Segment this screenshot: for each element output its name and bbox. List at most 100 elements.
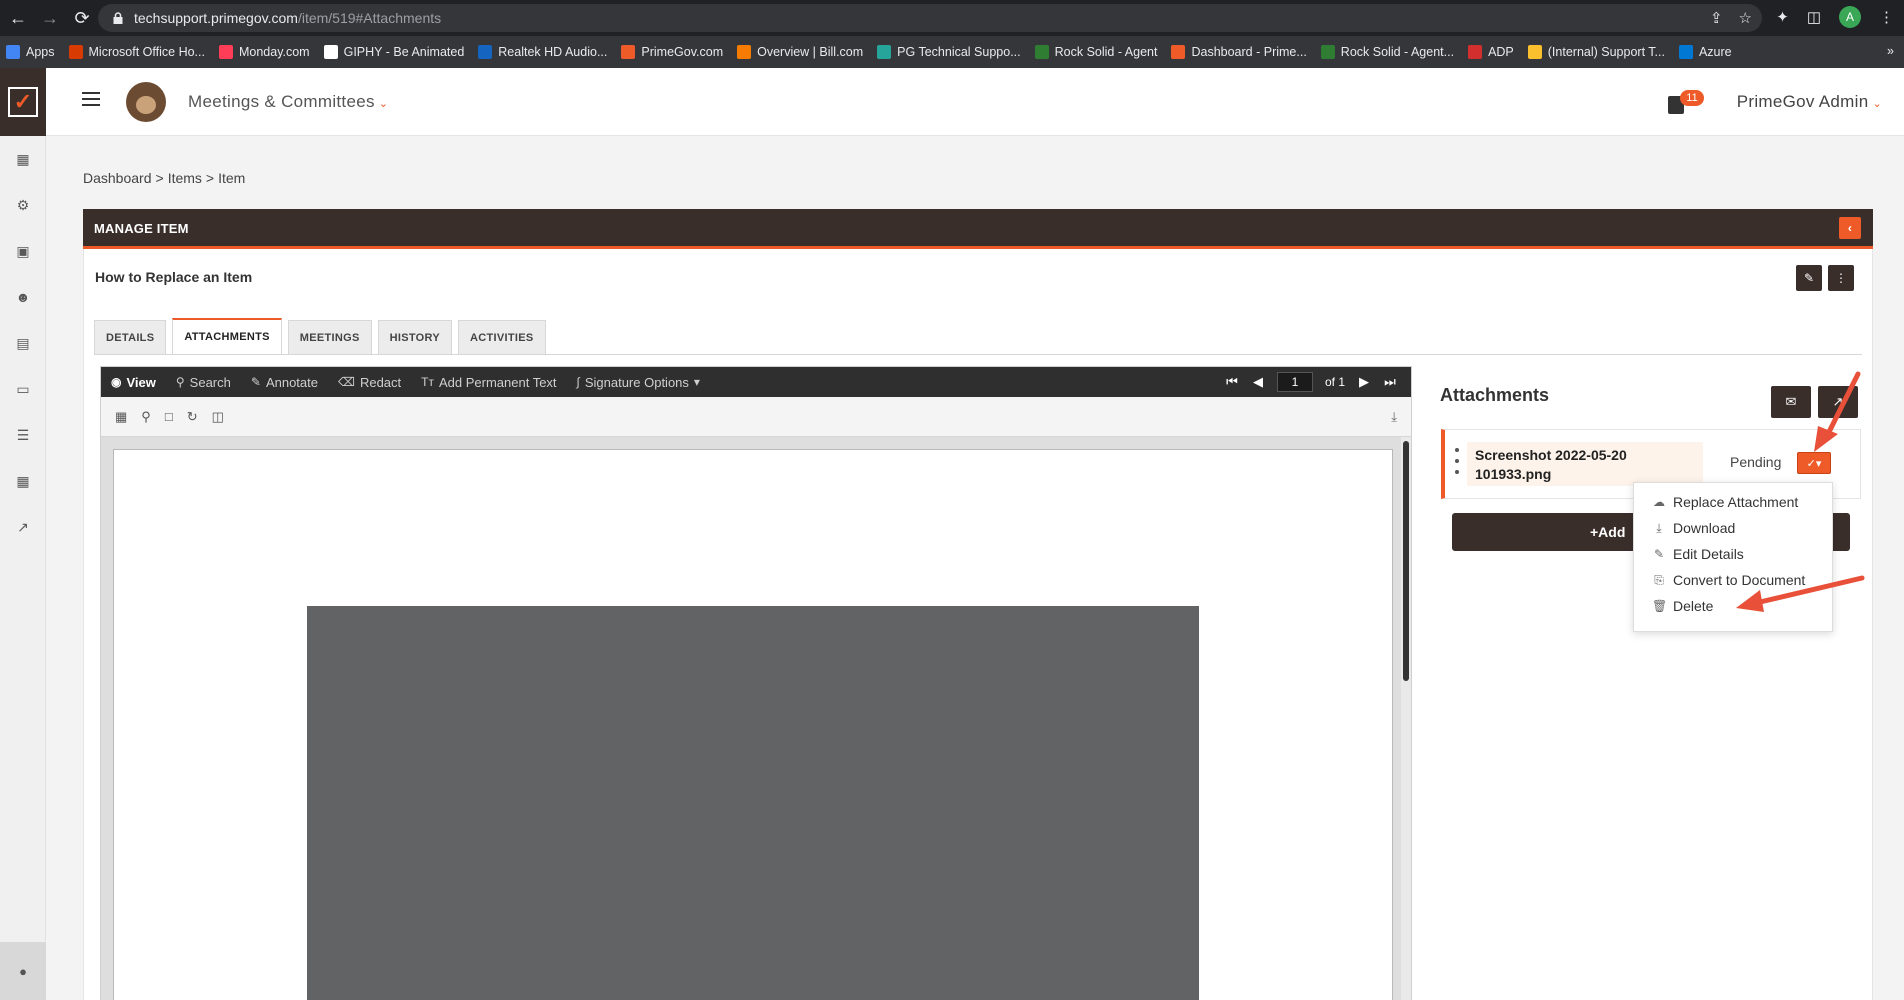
tab-details[interactable]: DETAILS — [94, 320, 167, 354]
first-page-icon[interactable]: ⏮ — [1225, 374, 1239, 389]
redact-tool[interactable]: ⌫ Redact — [328, 367, 411, 397]
menu-edit-details[interactable]: ✎ Edit Details — [1634, 541, 1832, 567]
edit-item-button[interactable]: ✎ — [1796, 265, 1822, 291]
fit-width-icon[interactable]: ◫ — [212, 409, 224, 425]
users-icon[interactable]: ☻ — [0, 274, 46, 320]
bookmark-favicon-icon — [323, 45, 338, 59]
file-icon[interactable]: ▭ — [0, 366, 46, 412]
breadcrumb-separator: > — [205, 170, 215, 186]
attachment-filename[interactable]: Screenshot 2022-05-20 101933.png — [1467, 442, 1703, 486]
signature-options-tool[interactable]: ∫ Signature Options ▾ — [567, 367, 710, 397]
email-attachments-button[interactable]: ✉ — [1771, 386, 1811, 418]
profile-avatar[interactable]: A — [1839, 6, 1861, 28]
annotate-tool[interactable]: ✎ Annotate — [241, 367, 328, 397]
bookmark-label: (Internal) Support T... — [1547, 45, 1665, 59]
tab-activities[interactable]: ACTIVITIES — [457, 320, 546, 354]
bookmark-item[interactable]: PG Technical Suppo... — [877, 45, 1021, 59]
gear-icon[interactable]: ⚙ — [0, 182, 46, 228]
bookmark-item[interactable]: Azure — [1678, 45, 1732, 59]
user-menu[interactable]: PrimeGov Admin ⌄ — [1737, 92, 1882, 112]
chrome-menu-icon[interactable]: ⋮ — [1879, 8, 1894, 26]
menu-download[interactable]: ⤓ Download — [1634, 515, 1832, 541]
menu-delete[interactable]: 🗑 Delete — [1634, 593, 1832, 619]
sidepanel-icon[interactable]: ◫ — [1807, 8, 1821, 26]
redact-label: Redact — [359, 374, 402, 390]
bookmark-item[interactable]: Apps — [6, 45, 55, 59]
attachments-heading: Attachments — [1440, 385, 1550, 405]
back-icon[interactable]: ← — [4, 4, 32, 32]
last-page-icon[interactable]: ⏭ — [1383, 374, 1397, 389]
tab-history[interactable]: HISTORY — [377, 320, 452, 354]
forward-icon[interactable]: → — [36, 4, 64, 32]
module-selector[interactable]: Meetings & Committees ⌄ — [188, 92, 388, 112]
bookmark-item[interactable]: Dashboard - Prime... — [1171, 45, 1307, 59]
reload-icon[interactable]: ⟳ — [68, 4, 96, 32]
notifications-button[interactable]: 11 — [1666, 90, 1704, 116]
breadcrumb-items[interactable]: Items — [168, 170, 202, 186]
view-tool[interactable]: ◉ View — [101, 367, 166, 397]
dashboard-icon[interactable]: ▦ — [0, 136, 46, 182]
more-bookmarks-icon[interactable]: » — [1887, 44, 1894, 58]
chart-icon[interactable]: ↗ — [0, 504, 46, 550]
page-image — [307, 606, 1199, 1000]
viewer-scrollbar[interactable] — [1401, 437, 1411, 1000]
item-content: DETAILS ATTACHMENTS MEETINGS HISTORY ACT… — [83, 309, 1873, 1000]
tab-meetings[interactable]: MEETINGS — [287, 320, 372, 354]
bookmark-item[interactable]: (Internal) Support T... — [1527, 45, 1665, 59]
share-icon[interactable]: ⇪ — [1710, 9, 1723, 27]
chevron-down-icon: ⌄ — [378, 98, 389, 110]
bookmark-label: PrimeGov.com — [641, 45, 724, 59]
user-name: PrimeGov Admin — [1736, 92, 1869, 111]
bookmark-item[interactable]: ADP — [1468, 45, 1514, 59]
clipboard-icon[interactable]: ▣ — [0, 228, 46, 274]
url-host: techsupport.primegov.com — [134, 10, 298, 26]
page-number-input[interactable] — [1276, 372, 1313, 392]
open-external-button[interactable]: ↗ — [1818, 386, 1858, 418]
chevron-left-icon: ‹ — [1847, 221, 1853, 235]
view-label: View — [126, 374, 156, 390]
address-bar[interactable]: techsupport.primegov.com/item/519#Attach… — [98, 4, 1762, 32]
bookmark-item[interactable]: PrimeGov.com — [621, 45, 723, 59]
bookmark-item[interactable]: GIPHY - Be Animated — [323, 45, 464, 59]
item-tabs: DETAILS ATTACHMENTS MEETINGS HISTORY ACT… — [94, 318, 546, 354]
attachment-actions-button[interactable]: ✓▾ — [1797, 452, 1831, 474]
bookmark-favicon-icon — [737, 45, 752, 59]
thumbnails-icon[interactable]: ▦ — [115, 409, 127, 425]
breadcrumb-dashboard[interactable]: Dashboard — [83, 170, 152, 186]
add-permanent-text-tool[interactable]: Tᴛ Add Permanent Text — [411, 367, 566, 397]
primegov-logo[interactable]: ✓ — [0, 68, 46, 136]
zoom-icon[interactable]: ⚲ — [141, 409, 151, 425]
download-icon[interactable]: ⤓ — [1391, 409, 1397, 425]
document-icon[interactable]: ▤ — [0, 320, 46, 366]
more-options-button[interactable]: ⋮ — [1828, 265, 1854, 291]
prev-page-icon[interactable]: ◀ — [1251, 374, 1265, 389]
user-icon[interactable]: ● — [0, 942, 46, 1000]
signature-icon: ∫ — [576, 375, 580, 389]
collapse-panel-button[interactable]: ‹ — [1839, 217, 1861, 239]
bookmark-star-icon[interactable]: ☆ — [1739, 9, 1752, 27]
search-tool[interactable]: ⚲ Search — [166, 367, 241, 397]
menu-convert-to-document[interactable]: ⎘ Convert to Document — [1634, 567, 1832, 593]
menu-replace-attachment[interactable]: ☁ Replace Attachment — [1634, 489, 1832, 515]
extensions-icon[interactable]: ✦ — [1776, 8, 1789, 26]
bookmark-item[interactable]: Rock Solid - Agent... — [1320, 45, 1454, 59]
bookmark-item[interactable]: Monday.com — [218, 45, 310, 59]
calendar-icon[interactable]: ▦ — [0, 458, 46, 504]
app-header: Meetings & Committees ⌄ 11 PrimeGov Admin… — [46, 68, 1904, 136]
drag-handle-icon[interactable] — [1455, 448, 1459, 474]
scrollbar-thumb[interactable] — [1403, 441, 1409, 681]
menu-label: Convert to Document — [1673, 572, 1806, 588]
bookmark-item[interactable]: Microsoft Office Ho... — [68, 45, 205, 59]
next-page-icon[interactable]: ▶ — [1357, 374, 1371, 389]
bookmark-item[interactable]: Realtek HD Audio... — [478, 45, 607, 59]
bookmark-item[interactable]: Rock Solid - Agent — [1034, 45, 1157, 59]
list-icon[interactable]: ☰ — [0, 412, 46, 458]
envelope-icon: ✉ — [1785, 394, 1797, 409]
rotate-icon[interactable]: ↻ — [187, 409, 198, 425]
signature-label: Signature Options — [584, 374, 689, 390]
fit-page-icon[interactable]: □ — [165, 409, 173, 424]
eye-icon: ◉ — [111, 375, 122, 389]
bookmark-item[interactable]: Overview | Bill.com — [737, 45, 863, 59]
tab-attachments[interactable]: ATTACHMENTS — [172, 318, 282, 354]
hamburger-menu-icon[interactable] — [82, 92, 100, 106]
